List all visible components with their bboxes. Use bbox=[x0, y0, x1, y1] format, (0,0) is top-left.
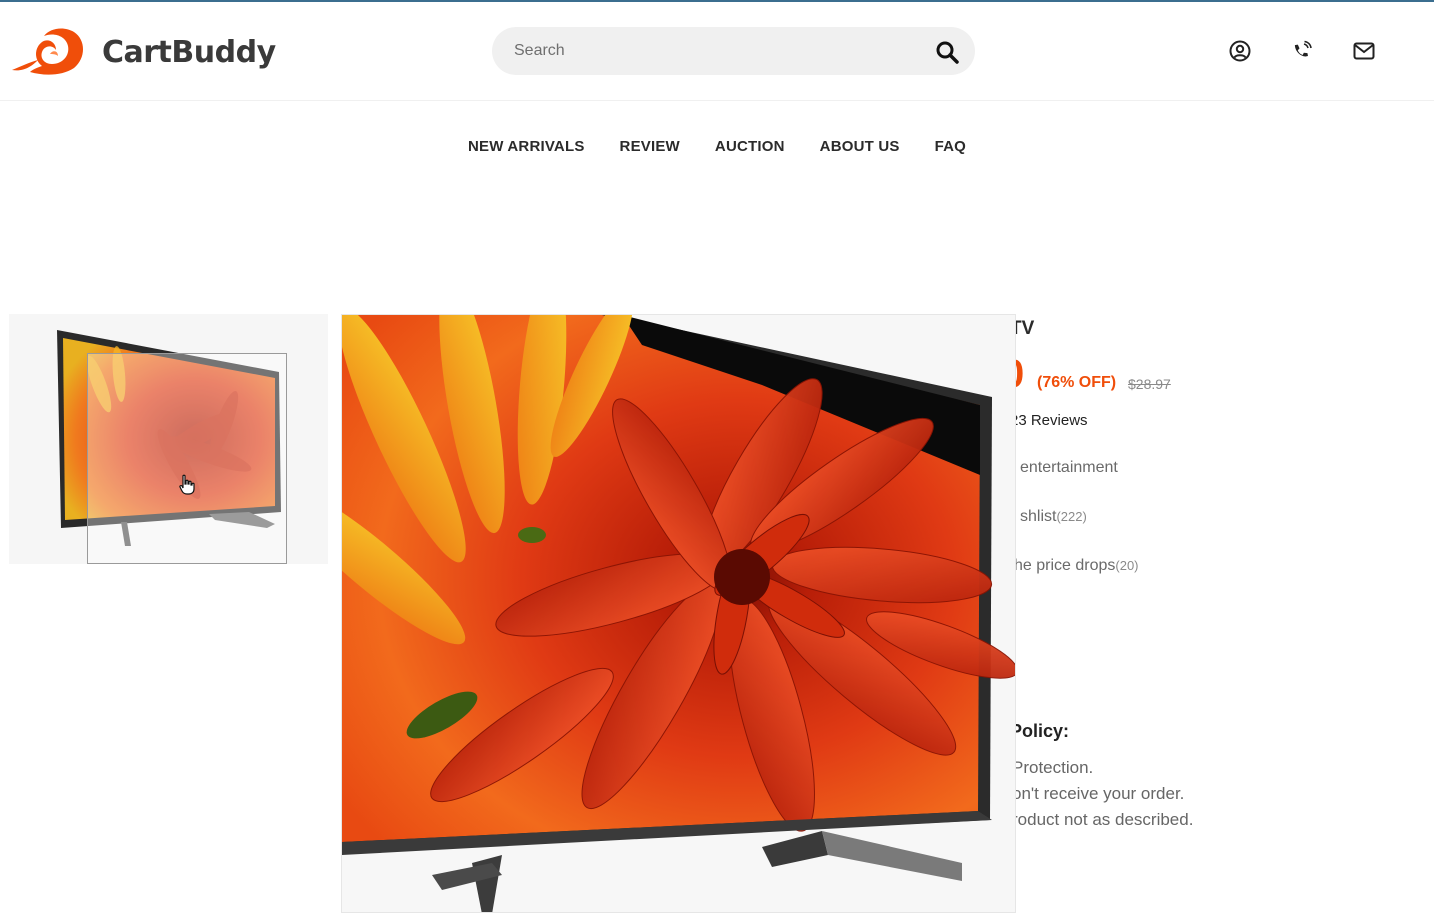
policy-line-1: Protection. bbox=[1016, 758, 1094, 777]
reviews-link[interactable]: 23 Reviews bbox=[1016, 412, 1088, 429]
product-details: TV 0 (76% OFF) $28.97 23 Reviews enterta… bbox=[1016, 314, 1434, 913]
brand-logo[interactable]: CartBuddy bbox=[10, 26, 276, 78]
mail-icon bbox=[1353, 42, 1375, 60]
phone-button[interactable] bbox=[1290, 39, 1314, 63]
wishlist-count: (222) bbox=[1056, 509, 1087, 524]
product-title: TV bbox=[1016, 318, 1035, 339]
nav-auction[interactable]: AUCTION bbox=[715, 138, 785, 155]
price-drop-label: he price drops bbox=[1016, 557, 1116, 574]
site-header: CartBuddy bbox=[0, 2, 1434, 101]
mail-button[interactable] bbox=[1352, 39, 1376, 63]
original-price: $28.97 bbox=[1128, 376, 1171, 392]
policy-line-3: roduct not as described. bbox=[1016, 810, 1194, 829]
discount-label: (76% OFF) bbox=[1037, 374, 1117, 391]
phone-icon bbox=[1294, 40, 1312, 57]
user-circle-icon bbox=[1229, 40, 1251, 62]
nav-about-us[interactable]: ABOUT US bbox=[820, 138, 900, 155]
account-button[interactable] bbox=[1228, 39, 1252, 63]
policy-line-2: on't receive your order. bbox=[1016, 784, 1185, 803]
price-drop-link[interactable]: he price drops(20) bbox=[1016, 557, 1139, 575]
zoom-lens[interactable] bbox=[87, 353, 287, 564]
product-price: 0 bbox=[1016, 352, 1024, 397]
search-bar bbox=[492, 27, 975, 75]
nav-review[interactable]: REVIEW bbox=[620, 138, 680, 155]
nav-new-arrivals[interactable]: NEW ARRIVALS bbox=[468, 138, 585, 155]
tv-zoomed-image bbox=[342, 315, 1015, 912]
wishlist-link[interactable]: shlist(222) bbox=[1020, 508, 1087, 526]
hand-pointer-icon bbox=[179, 474, 195, 495]
search-icon bbox=[936, 41, 959, 64]
search-button[interactable] bbox=[933, 38, 961, 66]
feature-text: entertainment bbox=[1020, 459, 1118, 476]
product-main-image[interactable] bbox=[341, 314, 1016, 913]
swirl-logo-icon bbox=[12, 28, 83, 75]
wishlist-label: shlist bbox=[1020, 508, 1057, 525]
policy-heading: Policy: bbox=[1016, 721, 1070, 741]
brand-name: CartBuddy bbox=[102, 34, 276, 70]
main-nav: NEW ARRIVALS REVIEW AUCTION ABOUT US FAQ bbox=[0, 138, 1434, 155]
nav-faq[interactable]: FAQ bbox=[935, 138, 966, 155]
search-input[interactable] bbox=[492, 27, 912, 75]
price-drop-count: (20) bbox=[1115, 558, 1139, 573]
